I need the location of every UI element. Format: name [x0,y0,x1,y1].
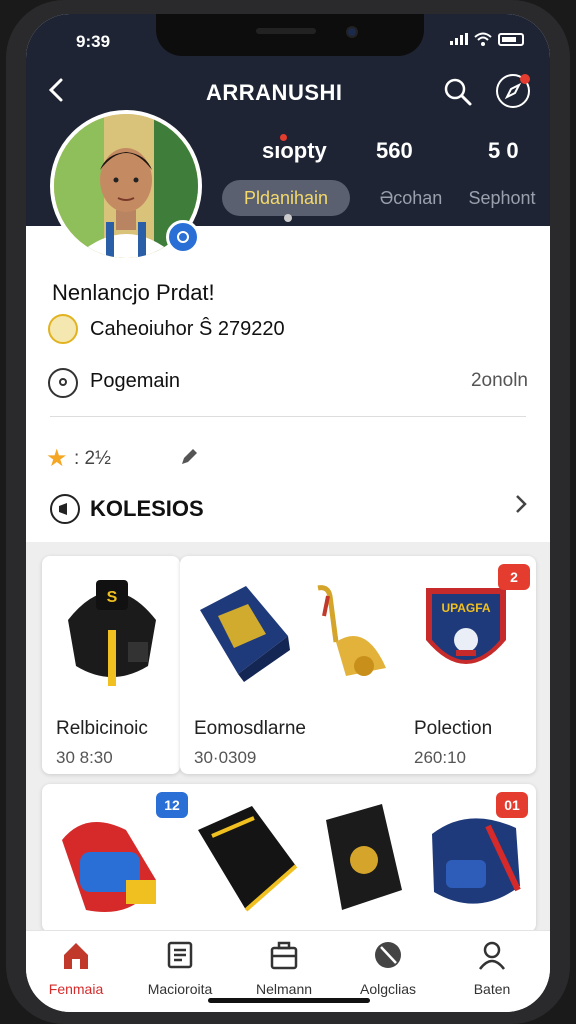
ball-icon [375,942,401,968]
divider [50,416,526,417]
user-icon [479,941,505,970]
battery-icon [498,32,524,46]
card-badge: 01 [496,792,528,818]
product-card-3[interactable]: 12 01 [42,784,536,932]
nav-home[interactable]: Fenmaia [26,939,126,997]
section-chevron-button[interactable] [514,492,528,523]
location-value[interactable]: 2onoln [471,370,528,392]
product-card-2[interactable]: UPAGFA 2 Eomosdlarne 30·0309 Polection 2… [180,556,536,774]
rating-value: : 2½ [74,448,111,469]
status-time: 9:39 [76,32,111,51]
nav-profile[interactable]: Baten [442,939,542,997]
product-label: Eomosdlarne [194,718,306,739]
status-icons [450,32,524,46]
stat-1[interactable]: sıopty [262,134,327,164]
harness-product-image: S [68,580,156,686]
section-title: KOLESIOS [90,496,204,521]
home-indicator[interactable] [208,998,370,1003]
shin-guard-product-image [200,586,290,682]
badge-product-image [326,804,402,910]
edit-button[interactable] [178,446,200,474]
briefcase-icon [270,941,298,970]
card-badge: 12 [156,792,188,818]
nav-shop[interactable]: Nelmann [234,939,334,997]
nav-label: Aolgclias [359,981,417,997]
megaphone-icon [50,494,80,524]
svg-text:S: S [107,589,118,606]
product-label: Relbicinoic [56,718,148,739]
search-icon [444,78,472,106]
product-label: Polection [414,718,493,739]
medal-icon [48,314,78,344]
nav-label: Macioroita [147,981,213,997]
chevron-right-icon [516,495,527,513]
nav-label: Fenmaia [48,981,104,997]
backpack-product-image [432,818,521,904]
chevron-left-icon [48,78,63,102]
nav-label: Baten [473,981,511,997]
tab-indicator [284,214,292,222]
camera-notch [156,14,424,56]
compass-icon [504,82,522,100]
trophy-product-image [317,585,386,676]
page-title: ARRANUSHI [206,80,343,105]
sleeve-product-image [198,806,298,912]
tab-2[interactable]: Əcohan [356,180,466,216]
product-meta: 30·0309 [194,748,257,767]
stat-3[interactable]: 5 0 [488,138,519,164]
card-badge: 2 [498,564,530,590]
back-button[interactable] [46,76,74,104]
pencil-icon [182,449,197,464]
wifi-icon [474,32,492,46]
home-icon [64,943,88,969]
product-meta: 260:10 [414,748,466,767]
star-icon: ★ [46,445,68,472]
tab-1[interactable]: Pldanihain [222,180,350,216]
location-icon [48,368,78,398]
profile-name: Nenlancjo Prdat! [52,280,215,305]
svg-text:UPAGFA: UPAGFA [441,601,490,615]
product-card-1[interactable]: S Relbicinoic 30 8:30 [42,556,180,774]
app-screen: 9:39 ARRANUSHI sıopty 560 5 0 Pldanihain… [26,14,550,1012]
signal-icon [450,33,468,45]
crest-product-image: UPAGFA [426,588,506,664]
nav-news[interactable]: Macioroita [130,939,230,997]
search-button[interactable] [442,76,474,108]
nav-label: Nelmann [255,981,313,997]
tab-3[interactable]: Sephont [462,180,542,216]
verified-badge-icon [166,220,200,254]
product-meta: 30 8:30 [56,748,113,767]
gloves-product-image [62,822,156,912]
nav-sports[interactable]: Aolgclias [338,939,438,997]
stat-2[interactable]: 560 [376,138,413,164]
profile-detail: Caheoiuhor Ŝ 279220 [90,318,285,340]
document-icon [167,941,193,969]
location-label: Pogemain [90,370,181,392]
notification-button[interactable] [496,74,530,108]
